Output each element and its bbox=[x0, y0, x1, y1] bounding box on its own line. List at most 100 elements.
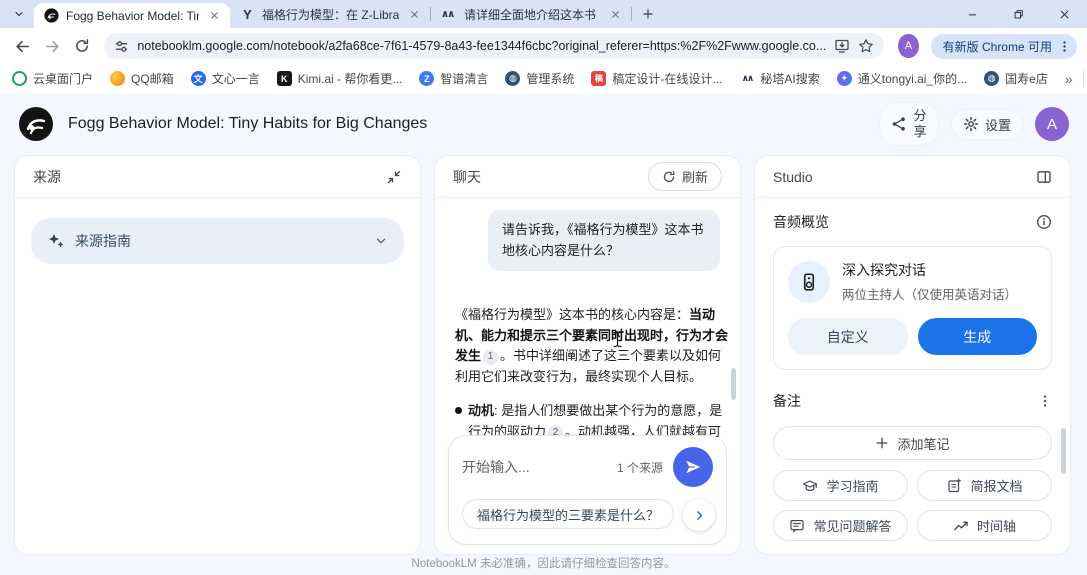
tab-separator bbox=[631, 7, 632, 21]
split-panel-icon[interactable] bbox=[1036, 169, 1052, 185]
bookmark-item[interactable]: ✦通义tongyi.ai_你的... bbox=[837, 70, 967, 87]
tab-notebooklm[interactable]: Fogg Behavior Model: Tiny H bbox=[34, 3, 230, 28]
browser-profile-avatar[interactable]: A bbox=[898, 34, 918, 58]
browser-toolbar: notebooklm.google.com/notebook/a2fa68ce-… bbox=[0, 28, 1087, 64]
bookmark-label: 云桌面门户 bbox=[33, 70, 93, 87]
notebook-title[interactable]: Fogg Behavior Model: Tiny Habits for Big… bbox=[68, 115, 427, 133]
url-text: notebooklm.google.com/notebook/a2fa68ce-… bbox=[137, 39, 826, 53]
account-avatar[interactable]: A bbox=[1035, 107, 1069, 141]
bookmark-item[interactable]: Z智谱清言 bbox=[419, 70, 488, 87]
restore-button[interactable] bbox=[995, 0, 1041, 28]
cloud-desktop-icon bbox=[12, 71, 27, 86]
chat-input[interactable] bbox=[462, 459, 607, 475]
chevron-down-icon[interactable] bbox=[374, 234, 388, 248]
send-icon bbox=[684, 458, 702, 476]
bookmark-item[interactable]: QQ邮箱 bbox=[110, 70, 174, 87]
chrome-update-label: 有新版 Chrome 可用 bbox=[943, 38, 1052, 55]
collapse-panel-icon[interactable] bbox=[386, 169, 402, 185]
plus-icon bbox=[875, 436, 889, 450]
chrome-update-chip[interactable]: 有新版 Chrome 可用 bbox=[931, 34, 1077, 59]
studio-panel-title: Studio bbox=[773, 169, 813, 185]
settings-button[interactable]: 设置 bbox=[951, 109, 1023, 140]
chevron-down-icon bbox=[13, 8, 25, 20]
reload-button[interactable] bbox=[69, 31, 94, 61]
back-arrow-icon bbox=[14, 38, 31, 55]
address-bar[interactable]: notebooklm.google.com/notebook/a2fa68ce-… bbox=[104, 33, 884, 59]
refresh-button[interactable]: 刷新 bbox=[648, 162, 722, 191]
refresh-icon bbox=[662, 170, 676, 184]
gaoding-icon: 稿 bbox=[591, 71, 606, 86]
tab-metaso[interactable]: ∧∧ 请详细全面地介绍这本书《福格 bbox=[431, 2, 631, 26]
metaso-icon: ∧∧ bbox=[739, 71, 754, 86]
zlibrary-favicon: Y bbox=[240, 7, 255, 22]
kimi-icon: K bbox=[277, 71, 292, 86]
briefing-doc-chip[interactable]: 简报文档 bbox=[917, 470, 1052, 501]
tab-zlibrary[interactable]: Y 福格行为模型：在 Z-Library 上 bbox=[230, 2, 430, 26]
bookmark-item[interactable]: 文文心一言 bbox=[191, 70, 260, 87]
bookmarks-divider bbox=[1083, 71, 1084, 87]
tab-close-icon[interactable] bbox=[607, 6, 623, 22]
install-app-icon[interactable] bbox=[834, 38, 850, 54]
forward-button[interactable] bbox=[39, 31, 64, 61]
qq-mail-icon bbox=[110, 71, 125, 86]
bookmark-label: Kimi.ai - 帮你看更... bbox=[298, 70, 403, 87]
sources-panel-title: 来源 bbox=[33, 167, 61, 187]
source-guide-card[interactable]: 来源指南 bbox=[31, 218, 404, 264]
restore-icon bbox=[1013, 9, 1024, 20]
tab-title: 请详细全面地介绍这本书《福格 bbox=[464, 6, 600, 23]
metaso-favicon: ∧∧ bbox=[441, 7, 457, 22]
studio-scrollbar[interactable] bbox=[1061, 428, 1066, 474]
customize-button[interactable]: 自定义 bbox=[788, 318, 908, 355]
chat-input-box: 1 个来源 福格行为模型的三要素是什么？ bbox=[448, 435, 727, 545]
bookmark-item[interactable]: 稿稿定设计-在线设计... bbox=[591, 70, 722, 87]
browser-menu-icon[interactable] bbox=[1058, 40, 1071, 53]
next-suggestion-button[interactable] bbox=[683, 499, 715, 531]
timeline-chip[interactable]: 时间轴 bbox=[917, 510, 1052, 541]
gear-icon bbox=[963, 116, 979, 132]
bookmark-item[interactable]: K Kimi.ai - 帮你看更... bbox=[277, 70, 403, 87]
speaker-icon bbox=[799, 272, 819, 292]
notebooklm-app: Fogg Behavior Model: Tiny Habits for Big… bbox=[0, 93, 1087, 575]
assistant-message: 《福格行为模型》这本书的核心内容是：当动机、能力和提示三个要素同时出现时，行为才… bbox=[455, 305, 731, 387]
notebooklm-favicon bbox=[44, 8, 59, 23]
tab-search-button[interactable] bbox=[8, 3, 30, 25]
studio-panel: Studio 音频概览 深入探究对话 两位主持人（仅使用英语对话） bbox=[754, 155, 1071, 555]
panels-row: 来源 来源指南 聊天 刷新 请告诉我，《福格行为模型》这本书地核心内容是什么？ bbox=[0, 155, 1087, 555]
generate-button[interactable]: 生成 bbox=[918, 318, 1038, 355]
citation-badge[interactable]: 1 bbox=[483, 350, 498, 365]
close-window-button[interactable] bbox=[1041, 0, 1087, 28]
window-controls bbox=[949, 0, 1087, 28]
info-icon[interactable] bbox=[1036, 214, 1052, 230]
add-note-button[interactable]: 添加笔记 bbox=[773, 426, 1052, 460]
minimize-button[interactable] bbox=[949, 0, 995, 28]
bookmark-item[interactable]: 云桌面门户 bbox=[12, 70, 93, 87]
tab-close-icon[interactable] bbox=[206, 8, 222, 24]
minimize-icon bbox=[967, 9, 978, 20]
tab-strip: Fogg Behavior Model: Tiny H Y 福格行为模型：在 Z… bbox=[0, 0, 1087, 28]
new-tab-button[interactable] bbox=[636, 2, 660, 26]
bookmark-item[interactable]: ◍管理系统 bbox=[505, 70, 574, 87]
study-guide-chip[interactable]: 学习指南 bbox=[773, 470, 908, 501]
bookmarks-overflow-chevron[interactable]: » bbox=[1065, 71, 1073, 87]
send-button[interactable] bbox=[673, 447, 713, 487]
tab-close-icon[interactable] bbox=[406, 6, 422, 22]
share-button[interactable]: 分享 bbox=[879, 102, 939, 147]
bookmark-item[interactable]: ∧∧秘塔AI搜索 bbox=[739, 70, 819, 87]
bullet-marker bbox=[455, 407, 462, 414]
bookmark-label: 文心一言 bbox=[212, 70, 260, 87]
audio-overview-title: 音频概览 bbox=[773, 212, 829, 232]
bookmark-label: 通义tongyi.ai_你的... bbox=[858, 70, 967, 87]
suggested-question-chip[interactable]: 福格行为模型的三要素是什么？ bbox=[462, 499, 674, 529]
more-menu-icon[interactable] bbox=[1038, 394, 1052, 408]
bookmark-star-icon[interactable] bbox=[858, 38, 874, 54]
bookmark-item[interactable]: ◍国寿e店 bbox=[984, 70, 1048, 87]
faq-chip[interactable]: 常见问题解答 bbox=[773, 510, 908, 541]
back-button[interactable] bbox=[10, 31, 35, 61]
tab-title: 福格行为模型：在 Z-Library 上 bbox=[262, 6, 399, 23]
sources-panel: 来源 来源指南 bbox=[14, 155, 421, 555]
note-list-item[interactable]: 新建记事 bbox=[773, 554, 1052, 555]
site-settings-icon[interactable] bbox=[114, 39, 129, 54]
bookmark-label: 稿定设计-在线设计... bbox=[612, 70, 722, 87]
chat-messages: 请告诉我，《福格行为模型》这本书地核心内容是什么？ 《福格行为模型》这本书的核心… bbox=[435, 198, 740, 463]
chat-scrollbar[interactable] bbox=[731, 368, 736, 400]
